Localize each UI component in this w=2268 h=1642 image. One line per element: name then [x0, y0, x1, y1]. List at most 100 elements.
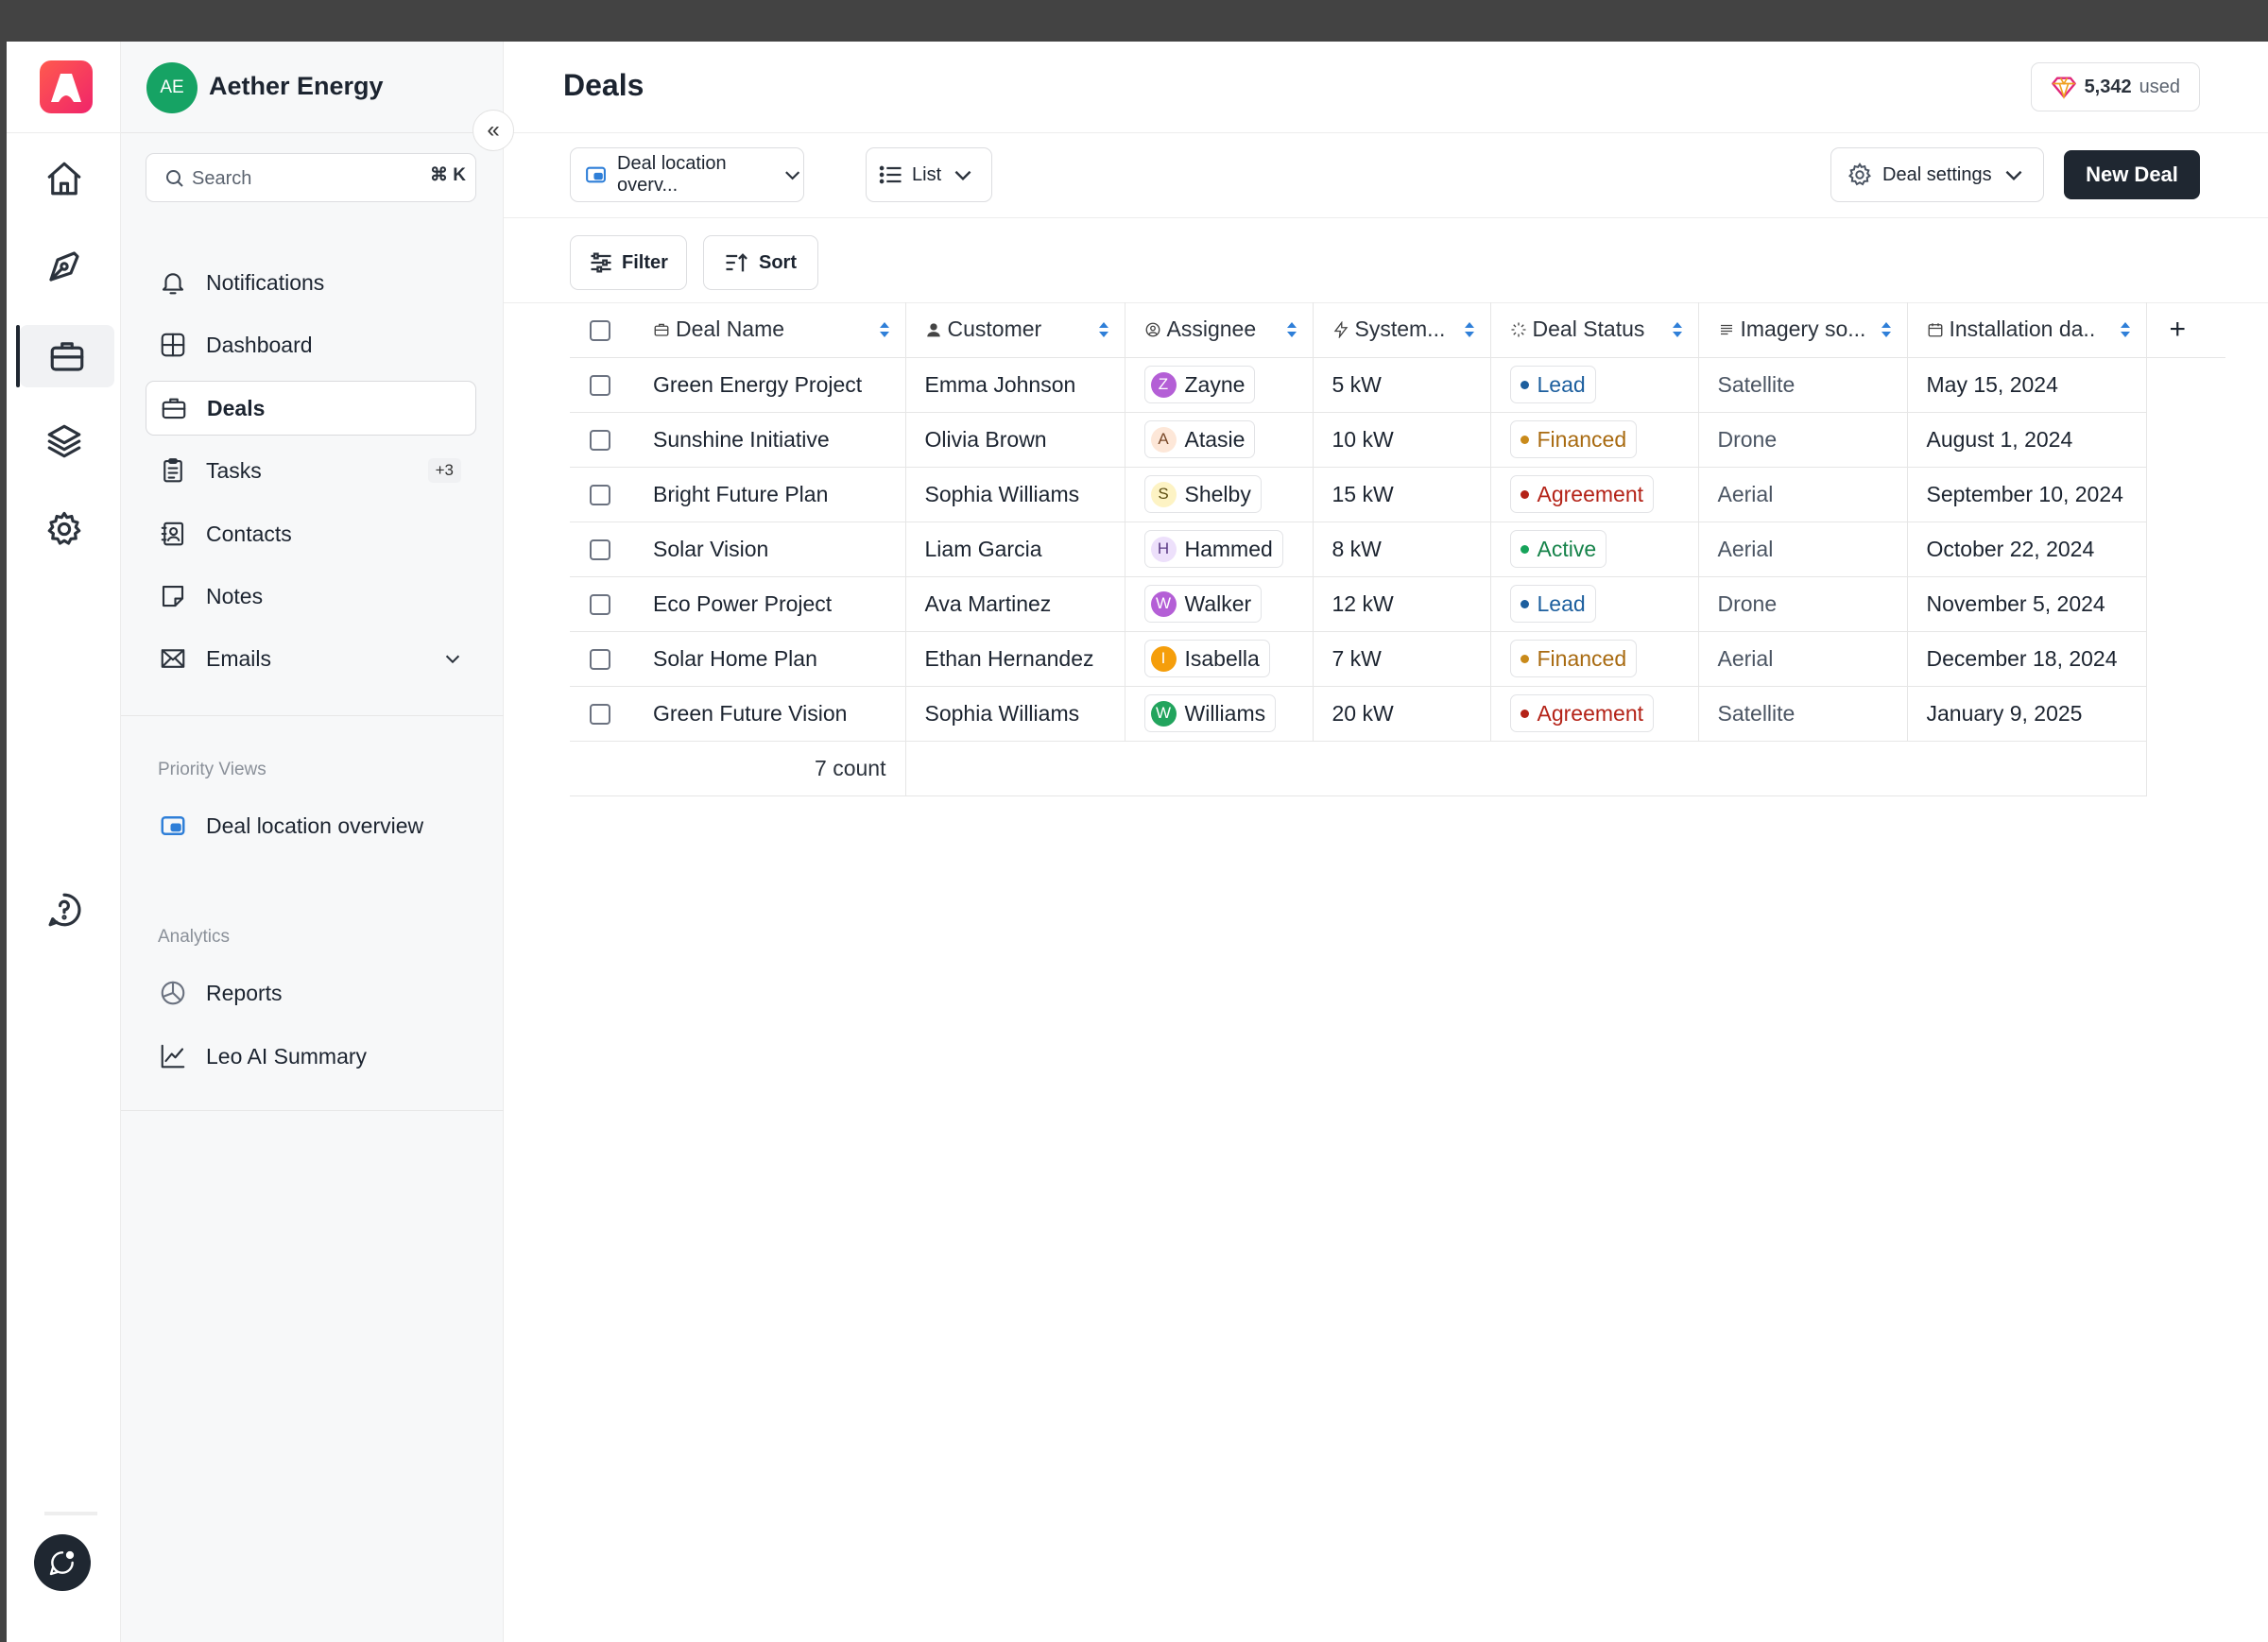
deal-name-cell[interactable]: Sunshine Initiative	[634, 412, 906, 468]
filter-button[interactable]: Filter	[570, 235, 687, 290]
imagery-source-cell[interactable]: Satellite	[1698, 686, 1908, 742]
system-size-cell[interactable]: 8 kW	[1313, 522, 1491, 577]
app-logo[interactable]	[40, 60, 93, 113]
sort-arrows-icon[interactable]	[2120, 321, 2131, 338]
customer-cell[interactable]: Sophia Williams	[905, 467, 1125, 522]
system-size-cell[interactable]: 5 kW	[1313, 357, 1491, 413]
system-size-cell[interactable]: 15 kW	[1313, 467, 1491, 522]
sort-arrows-icon[interactable]	[879, 321, 890, 338]
status-badge[interactable]: Lead	[1509, 585, 1596, 623]
chevron-down-icon[interactable]	[442, 648, 463, 669]
system-size-cell[interactable]: 7 kW	[1313, 631, 1491, 687]
deal-name-cell[interactable]: Eco Power Project	[634, 576, 906, 632]
status-cell[interactable]: Active	[1490, 522, 1699, 577]
select-all-checkbox[interactable]	[590, 320, 610, 342]
column-header-deal-name[interactable]: Deal Name	[634, 302, 906, 358]
customer-cell[interactable]: Sophia Williams	[905, 686, 1125, 742]
imagery-source-cell[interactable]: Aerial	[1698, 467, 1908, 522]
layout-select[interactable]: List	[866, 147, 992, 202]
customer-cell[interactable]: Olivia Brown	[905, 412, 1125, 468]
briefcase-icon[interactable]	[20, 325, 114, 387]
assignee-cell[interactable]: A Atasie	[1125, 412, 1314, 468]
status-cell[interactable]: Lead	[1490, 357, 1699, 413]
sidebar-item-contacts[interactable]: Contacts	[146, 506, 476, 561]
deal-settings-button[interactable]: Deal settings	[1830, 147, 2044, 202]
installation-date-cell[interactable]: December 18, 2024	[1907, 631, 2147, 687]
column-header-deal-status[interactable]: Deal Status	[1490, 302, 1699, 358]
sort-arrows-icon[interactable]	[1464, 321, 1475, 338]
row-checkbox[interactable]	[590, 430, 610, 452]
row-checkbox[interactable]	[590, 485, 610, 506]
deal-name-cell[interactable]: Green Future Vision	[634, 686, 906, 742]
deal-name-cell[interactable]: Solar Vision	[634, 522, 906, 577]
assignee-cell[interactable]: Z Zayne	[1125, 357, 1314, 413]
assignee-cell[interactable]: S Shelby	[1125, 467, 1314, 522]
deal-name-cell[interactable]: Bright Future Plan	[634, 467, 906, 522]
installation-date-cell[interactable]: January 9, 2025	[1907, 686, 2147, 742]
status-badge[interactable]: Agreement	[1509, 694, 1655, 732]
row-checkbox[interactable]	[590, 594, 610, 616]
sort-arrows-icon[interactable]	[1881, 321, 1892, 338]
installation-date-cell[interactable]: May 15, 2024	[1907, 357, 2147, 413]
installation-date-cell[interactable]: November 5, 2024	[1907, 576, 2147, 632]
sort-arrows-icon[interactable]	[1286, 321, 1297, 338]
assignee-chip[interactable]: W Williams	[1143, 694, 1277, 732]
new-deal-button[interactable]: New Deal	[2064, 150, 2200, 199]
assignee-cell[interactable]: W Walker	[1125, 576, 1314, 632]
status-cell[interactable]: Financed	[1490, 631, 1699, 687]
status-cell[interactable]: Agreement	[1490, 467, 1699, 522]
imagery-source-cell[interactable]: Satellite	[1698, 357, 1908, 413]
status-badge[interactable]: Lead	[1509, 366, 1596, 403]
installation-date-cell[interactable]: August 1, 2024	[1907, 412, 2147, 468]
assignee-cell[interactable]: I Isabella	[1125, 631, 1314, 687]
search-box[interactable]: ⌘ K	[146, 153, 476, 202]
pen-tool-icon[interactable]	[7, 235, 121, 298]
assignee-chip[interactable]: H Hammed	[1143, 530, 1283, 568]
status-cell[interactable]: Financed	[1490, 412, 1699, 468]
customer-cell[interactable]: Ethan Hernandez	[905, 631, 1125, 687]
settings-gear-icon[interactable]	[7, 498, 121, 560]
column-header-system[interactable]: System...	[1313, 302, 1491, 358]
system-size-cell[interactable]: 12 kW	[1313, 576, 1491, 632]
status-cell[interactable]: Lead	[1490, 576, 1699, 632]
credits-usage[interactable]: 5,342 used	[2030, 62, 2200, 111]
sidebar-item-emails[interactable]: Emails	[146, 631, 476, 686]
home-icon[interactable]	[7, 147, 121, 210]
sidebar-item-leo-ai-summary[interactable]: Leo AI Summary	[146, 1029, 476, 1084]
column-header-assignee[interactable]: Assignee	[1125, 302, 1314, 358]
priority-view-deal-location[interactable]: Deal location overview	[146, 798, 476, 853]
status-badge[interactable]: Agreement	[1509, 475, 1655, 513]
customer-cell[interactable]: Emma Johnson	[905, 357, 1125, 413]
installation-date-cell[interactable]: September 10, 2024	[1907, 467, 2147, 522]
installation-date-cell[interactable]: October 22, 2024	[1907, 522, 2147, 577]
sidebar-item-dashboard[interactable]: Dashboard	[146, 317, 476, 372]
status-cell[interactable]: Agreement	[1490, 686, 1699, 742]
row-checkbox[interactable]	[590, 704, 610, 726]
layers-icon[interactable]	[7, 410, 121, 472]
sidebar-item-tasks[interactable]: Tasks +3	[146, 443, 476, 498]
imagery-source-cell[interactable]: Drone	[1698, 576, 1908, 632]
imagery-source-cell[interactable]: Aerial	[1698, 631, 1908, 687]
assignee-chip[interactable]: W Walker	[1143, 585, 1263, 623]
sidebar-item-reports[interactable]: Reports	[146, 966, 476, 1020]
deal-name-cell[interactable]: Green Energy Project	[634, 357, 906, 413]
help-icon[interactable]	[7, 879, 121, 941]
search-input[interactable]	[192, 163, 381, 194]
add-column-button[interactable]: +	[2146, 302, 2225, 358]
column-header-installation-date[interactable]: Installation da..	[1907, 302, 2147, 358]
imagery-source-cell[interactable]: Aerial	[1698, 522, 1908, 577]
customer-cell[interactable]: Liam Garcia	[905, 522, 1125, 577]
system-size-cell[interactable]: 20 kW	[1313, 686, 1491, 742]
sidebar-item-notes[interactable]: Notes	[146, 569, 476, 624]
view-select[interactable]: Deal location overv...	[570, 147, 804, 202]
status-badge[interactable]: Active	[1509, 530, 1607, 568]
assignee-chip[interactable]: S Shelby	[1143, 475, 1262, 513]
assignee-chip[interactable]: A Atasie	[1143, 420, 1256, 458]
row-checkbox[interactable]	[590, 375, 610, 397]
assignee-cell[interactable]: W Williams	[1125, 686, 1314, 742]
sort-arrows-icon[interactable]	[1098, 321, 1109, 338]
imagery-source-cell[interactable]: Drone	[1698, 412, 1908, 468]
customer-cell[interactable]: Ava Martinez	[905, 576, 1125, 632]
assignee-cell[interactable]: H Hammed	[1125, 522, 1314, 577]
assignee-chip[interactable]: Z Zayne	[1143, 366, 1256, 403]
